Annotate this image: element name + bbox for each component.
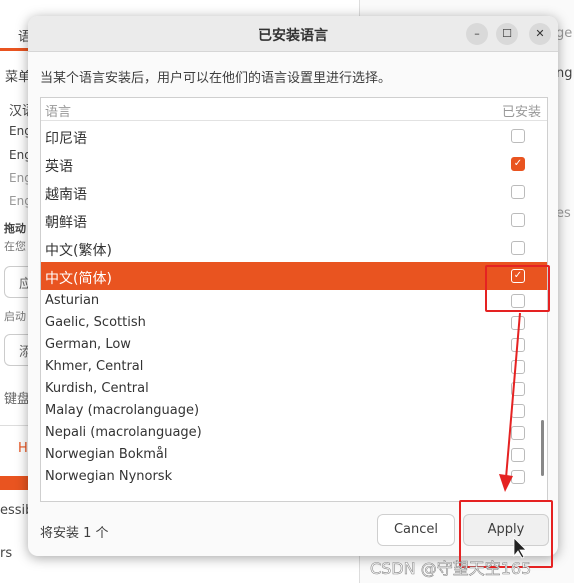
column-installed: 已安装 [501, 105, 541, 120]
annotation-arrow [499, 312, 527, 559]
column-language: 语言 [45, 105, 72, 120]
watermark: CSDN @守望天空165 [370, 559, 532, 579]
list-header: 语言 已安装 [41, 98, 547, 121]
